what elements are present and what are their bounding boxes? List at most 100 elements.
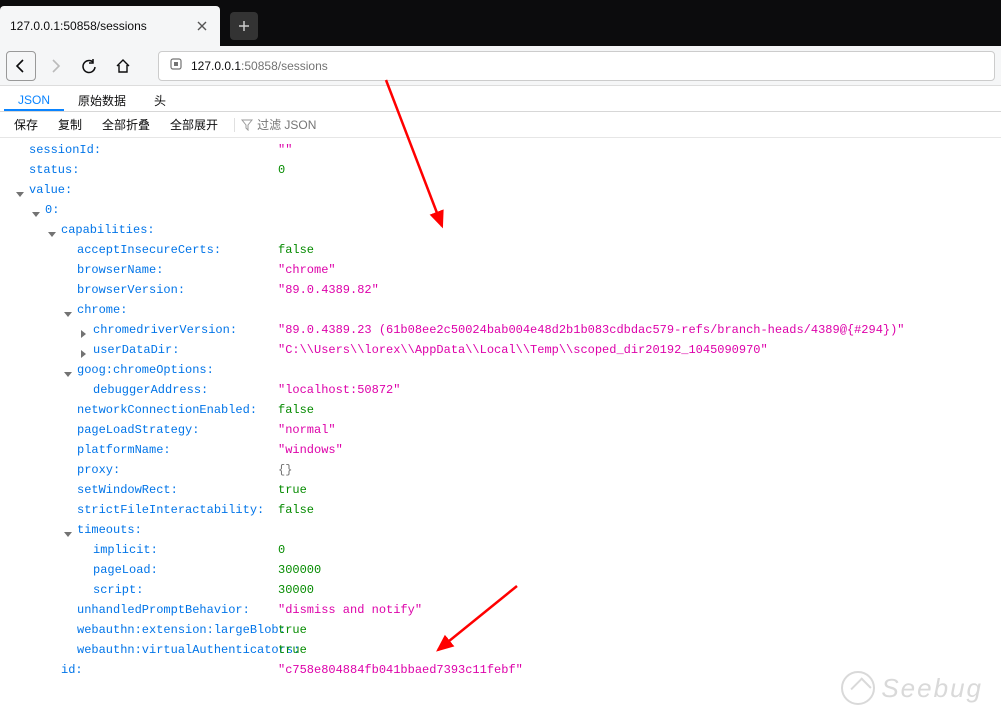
tab-strip: 127.0.0.1:50858/sessions [0, 0, 1001, 46]
json-row[interactable]: 0 [6, 200, 1001, 220]
json-key: browserVersion [77, 280, 185, 300]
json-key: implicit [93, 540, 158, 560]
json-key: acceptInsecureCerts [77, 240, 221, 260]
tab-title: 127.0.0.1:50858/sessions [10, 19, 188, 33]
json-toolbar: 保存 复制 全部折叠 全部展开 [0, 112, 1001, 138]
forward-button[interactable] [40, 51, 70, 81]
json-row[interactable]: chrome [6, 300, 1001, 320]
home-button[interactable] [108, 51, 138, 81]
json-value: true [278, 640, 307, 660]
json-row[interactable]: value [6, 180, 1001, 200]
json-row: pageLoadStrategy "normal" [6, 420, 1001, 440]
tab-rawdata[interactable]: 原始数据 [64, 86, 140, 111]
json-row: acceptInsecureCerts false [6, 240, 1001, 260]
json-tree: sessionId""status0value0capabilitiesacce… [0, 138, 1001, 680]
json-row: status 0 [6, 160, 1001, 180]
json-row: implicit0 [6, 540, 1001, 560]
json-value: 0 [278, 160, 285, 180]
json-key: 0 [45, 200, 59, 220]
chevron-down-icon[interactable] [32, 205, 42, 215]
json-row: webauthn:virtualAuthenticatorstrue [6, 640, 1001, 660]
json-key: chrome [77, 300, 127, 320]
json-value: {} [278, 460, 292, 480]
nav-bar: 127.0.0.1:50858/sessions [0, 46, 1001, 86]
json-row: pageLoad300000 [6, 560, 1001, 580]
json-value: true [278, 480, 307, 500]
collapse-all-button[interactable]: 全部折叠 [94, 114, 158, 135]
save-button[interactable]: 保存 [6, 114, 46, 135]
filter-icon [241, 119, 253, 131]
copy-button[interactable]: 复制 [50, 114, 90, 135]
json-key: status [29, 160, 79, 180]
chevron-down-icon[interactable] [48, 225, 58, 235]
tab-json[interactable]: JSON [4, 86, 64, 111]
json-row[interactable]: chromedriverVersion "89.0.4389.23 (61b08e… [6, 320, 1001, 340]
json-row: proxy {} [6, 460, 1001, 480]
json-row: networkConnectionEnabled false [6, 400, 1001, 420]
json-value: "89.0.4389.82" [278, 280, 379, 300]
json-value: "chrome" [278, 260, 336, 280]
json-value: false [278, 500, 314, 520]
json-row: unhandledPromptBehavior "dismiss and noti… [6, 600, 1001, 620]
json-key: webauthn:extension:largeBlob [77, 620, 286, 640]
json-key: strictFileInteractability [77, 500, 264, 520]
chevron-right-icon[interactable] [80, 325, 90, 335]
json-value: "89.0.4389.23 (61b08ee2c50024bab004e48d2… [278, 320, 905, 340]
url-text: 127.0.0.1:50858/sessions [191, 59, 328, 73]
watermark-icon [841, 671, 875, 705]
watermark-text: Seebug [881, 673, 983, 704]
json-key: browserName [77, 260, 163, 280]
json-key: proxy [77, 460, 120, 480]
json-key: sessionId [29, 140, 101, 160]
new-tab-button[interactable] [230, 12, 258, 40]
json-key: id [61, 660, 83, 680]
reload-button[interactable] [74, 51, 104, 81]
chevron-down-icon[interactable] [64, 305, 74, 315]
json-value: "" [278, 140, 292, 160]
json-key: unhandledPromptBehavior [77, 600, 250, 620]
json-row[interactable]: timeouts [6, 520, 1001, 540]
filter-input[interactable] [257, 118, 377, 132]
chevron-down-icon[interactable] [64, 365, 74, 375]
chevron-down-icon[interactable] [16, 185, 26, 195]
back-button[interactable] [6, 51, 36, 81]
json-row[interactable]: userDataDir "C:\\Users\\lorex\\AppData\\L… [6, 340, 1001, 360]
json-key: chromedriverVersion [93, 320, 237, 340]
json-row: webauthn:extension:largeBlobtrue [6, 620, 1001, 640]
json-viewer-tabs: JSON 原始数据 头 [0, 86, 1001, 112]
json-key: platformName [77, 440, 171, 460]
tab-headers[interactable]: 头 [140, 86, 180, 111]
json-row: browserVersion "89.0.4389.82" [6, 280, 1001, 300]
json-key: networkConnectionEnabled [77, 400, 257, 420]
expand-all-button[interactable]: 全部展开 [162, 114, 226, 135]
json-row[interactable]: goog:chromeOptions [6, 360, 1001, 380]
chevron-right-icon[interactable] [80, 345, 90, 355]
json-row: browserName "chrome" [6, 260, 1001, 280]
json-key: goog:chromeOptions [77, 360, 214, 380]
browser-tab[interactable]: 127.0.0.1:50858/sessions [0, 6, 220, 46]
json-value: "C:\\Users\\lorex\\AppData\\Local\\Temp\… [278, 340, 768, 360]
json-key: script [93, 580, 143, 600]
json-key: webauthn:virtualAuthenticators [77, 640, 300, 660]
url-bar[interactable]: 127.0.0.1:50858/sessions [158, 51, 995, 81]
json-row[interactable]: capabilities [6, 220, 1001, 240]
json-value: false [278, 400, 314, 420]
site-info-icon[interactable] [169, 57, 183, 74]
close-icon[interactable] [194, 18, 210, 34]
json-value: "c758e804884fb041bbaed7393c11febf" [278, 660, 523, 680]
json-row: strictFileInteractability false [6, 500, 1001, 520]
json-value: "dismiss and notify" [278, 600, 422, 620]
json-row: debuggerAddress "localhost:50872" [6, 380, 1001, 400]
json-key: pageLoadStrategy [77, 420, 199, 440]
watermark: Seebug [841, 671, 983, 705]
json-key: timeouts [77, 520, 142, 540]
json-value: "normal" [278, 420, 336, 440]
json-value: true [278, 620, 307, 640]
chevron-down-icon[interactable] [64, 525, 74, 535]
json-value: "localhost:50872" [278, 380, 400, 400]
json-key: userDataDir [93, 340, 179, 360]
json-key: debuggerAddress [93, 380, 208, 400]
json-value: false [278, 240, 314, 260]
json-row: setWindowRecttrue [6, 480, 1001, 500]
filter-field[interactable] [234, 118, 377, 132]
